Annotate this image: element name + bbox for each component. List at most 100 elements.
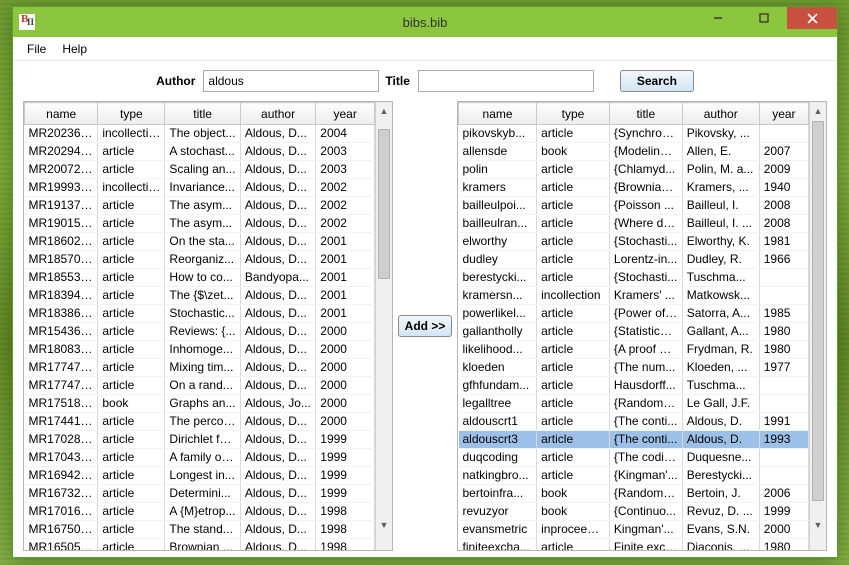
table-row[interactable]: aldouscrt3article{The conti...Aldous, D.… — [459, 431, 809, 449]
scroll-down-icon[interactable]: ▼ — [376, 516, 392, 533]
table-row[interactable]: polinarticle{Chlamyd...Polin, M. a...200… — [459, 161, 809, 179]
table-row[interactable]: likelihood...article{A proof of ...Frydm… — [459, 341, 809, 359]
cell-title: Brownian ... — [165, 539, 240, 551]
table-row[interactable]: allensdebook{Modeling ...Allen, E.2007 — [459, 143, 809, 161]
menu-file[interactable]: File — [19, 39, 54, 59]
table-row[interactable]: gfhfundam...articleHausdorff...Tuschma..… — [459, 377, 809, 395]
cell-author: Berestycki... — [682, 467, 759, 485]
cell-year: 1980 — [759, 539, 808, 551]
cell-author: Aldous, D... — [240, 323, 315, 341]
table-row[interactable]: kramersn...incollectionKramers' ...Matko… — [459, 287, 809, 305]
table-row[interactable]: revuzyorbook{Continuo...Revuz, D. ...199… — [459, 503, 809, 521]
cell-year: 1998 — [316, 521, 375, 539]
left-scrollbar[interactable]: ▲ ▼ — [375, 102, 392, 550]
col-type[interactable]: type — [537, 103, 610, 125]
table-row[interactable]: berestycki...article{Stochasti...Tuschma… — [459, 269, 809, 287]
table-row[interactable]: MR1838600articleStochastic...Aldous, D..… — [25, 305, 375, 323]
cell-type: article — [98, 521, 165, 539]
close-button[interactable] — [787, 7, 837, 29]
scroll-up-icon[interactable]: ▲ — [376, 102, 392, 119]
table-row[interactable]: natkingbro...article{Kingman'...Berestyc… — [459, 467, 809, 485]
table-row[interactable]: MR1855344articleHow to co...Bandyopa...2… — [25, 269, 375, 287]
table-row[interactable]: MR1839499articleThe {$\zet...Aldous, D..… — [25, 287, 375, 305]
scroll-up-icon[interactable]: ▲ — [810, 102, 826, 119]
add-button[interactable]: Add >> — [398, 315, 453, 337]
cell-year: 2004 — [316, 125, 375, 143]
cell-author: Allen, E. — [682, 143, 759, 161]
cell-name: gallantholly — [459, 323, 537, 341]
table-row[interactable]: MR1543686articleReviews: {...Aldous, D..… — [25, 323, 375, 341]
table-row[interactable]: MR1857066articleReorganiz...Aldous, D...… — [25, 251, 375, 269]
table-row[interactable]: MR1673235articleDetermini...Aldous, D...… — [25, 485, 375, 503]
right-scrollbar[interactable]: ▲ ▼ — [809, 102, 826, 550]
table-row[interactable]: MR2007286articleScaling an...Aldous, D..… — [25, 161, 375, 179]
col-author[interactable]: author — [240, 103, 315, 125]
col-title[interactable]: title — [609, 103, 682, 125]
table-row[interactable]: bailleulran...article{Where do...Bailleu… — [459, 215, 809, 233]
cell-type: article — [537, 125, 610, 143]
table-row[interactable]: powerlikel...article{Power of t...Satorr… — [459, 305, 809, 323]
table-row[interactable]: gallanthollyarticle{Statistical...Gallan… — [459, 323, 809, 341]
cell-year: 2000 — [316, 359, 375, 377]
cell-name: elworthy — [459, 233, 537, 251]
table-row[interactable]: legalltreearticle{Random t...Le Gall, J.… — [459, 395, 809, 413]
table-row[interactable]: MR2023650incollectionThe object...Aldous… — [25, 125, 375, 143]
cell-author: Aldous, D... — [240, 161, 315, 179]
table-row[interactable]: MR1774749articleMixing tim...Aldous, D..… — [25, 359, 375, 377]
table-row[interactable]: MR1702871articleDirichlet fo...Aldous, D… — [25, 431, 375, 449]
table-row[interactable]: dudleyarticleLorentz-in...Dudley, R.1966 — [459, 251, 809, 269]
table-row[interactable]: aldouscrt1article{The conti...Aldous, D.… — [459, 413, 809, 431]
col-author[interactable]: author — [682, 103, 759, 125]
table-row[interactable]: MR1860201articleOn the sta...Aldous, D..… — [25, 233, 375, 251]
table-row[interactable]: MR1694204articleLongest in...Aldous, D..… — [25, 467, 375, 485]
table-row[interactable]: bailleulpoi...article{Poisson ...Bailleu… — [459, 197, 809, 215]
titlebar[interactable]: bibs.bib — [13, 7, 837, 37]
table-row[interactable]: MR1999358incollectionInvariance...Aldous… — [25, 179, 375, 197]
table-row[interactable]: MR1704343articleA family of ...Aldous, D… — [25, 449, 375, 467]
cell-author: Diaconis, ... — [682, 539, 759, 551]
table-row[interactable]: MR1913728articleThe asym...Aldous, D...2… — [25, 197, 375, 215]
col-name[interactable]: name — [459, 103, 537, 125]
table-row[interactable]: evansmetricinproceedi...Kingman'...Evans… — [459, 521, 809, 539]
cell-title: {Power of t... — [609, 305, 682, 323]
search-bar: Author Title Search — [13, 61, 837, 101]
table-row[interactable]: MR1774745articleOn a rand...Aldous, D...… — [25, 377, 375, 395]
author-input[interactable] — [203, 70, 379, 92]
menu-help[interactable]: Help — [54, 39, 95, 59]
cell-title: Longest in... — [165, 467, 240, 485]
cell-title: {The conti... — [609, 413, 682, 431]
table-row[interactable]: finiteexcha...articleFinite exch...Diaco… — [459, 539, 809, 551]
scroll-thumb[interactable] — [378, 129, 390, 279]
table-row[interactable]: kramersarticle{Brownian...Kramers, ...19… — [459, 179, 809, 197]
table-row[interactable]: MR1751847bookGraphs an...Aldous, Jo...20… — [25, 395, 375, 413]
cell-year: 2008 — [759, 197, 808, 215]
cell-name: MR2029476 — [25, 143, 98, 161]
col-name[interactable]: name — [25, 103, 98, 125]
maximize-button[interactable] — [741, 7, 787, 29]
col-title[interactable]: title — [165, 103, 240, 125]
cell-year — [759, 449, 808, 467]
table-row[interactable]: MR2029476articleA stochast...Aldous, D..… — [25, 143, 375, 161]
scroll-thumb[interactable] — [812, 121, 824, 501]
table-row[interactable]: MR1701620articleA {M}etrop...Aldous, D..… — [25, 503, 375, 521]
table-row[interactable]: pikovskyb...article{Synchroni...Pikovsky… — [459, 125, 809, 143]
cell-name: MR1808372 — [25, 341, 98, 359]
col-type[interactable]: type — [98, 103, 165, 125]
title-input[interactable] — [418, 70, 594, 92]
table-row[interactable]: kloedenarticle{The num...Kloeden, ...197… — [459, 359, 809, 377]
table-row[interactable]: MR1808372articleInhomoge...Aldous, D...2… — [25, 341, 375, 359]
table-row[interactable]: MR1675063articleThe stand...Aldous, D...… — [25, 521, 375, 539]
col-year[interactable]: year — [316, 103, 375, 125]
scroll-down-icon[interactable]: ▼ — [810, 516, 826, 533]
table-row[interactable]: MR1901508articleThe asym...Aldous, D...2… — [25, 215, 375, 233]
minimize-button[interactable] — [695, 7, 741, 29]
table-row[interactable]: bertoinfra...book{Random f...Bertoin, J.… — [459, 485, 809, 503]
table-row[interactable]: elworthyarticle{Stochasti...Elworthy, K.… — [459, 233, 809, 251]
cell-type: article — [98, 197, 165, 215]
col-year[interactable]: year — [759, 103, 808, 125]
window-buttons — [695, 7, 837, 29]
table-row[interactable]: duqcodingarticle{The codin...Duquesne... — [459, 449, 809, 467]
table-row[interactable]: MR1650567articleBrownian ...Aldous, D...… — [25, 539, 375, 551]
search-button[interactable]: Search — [620, 70, 694, 92]
table-row[interactable]: MR1744108articleThe percol...Aldous, D..… — [25, 413, 375, 431]
